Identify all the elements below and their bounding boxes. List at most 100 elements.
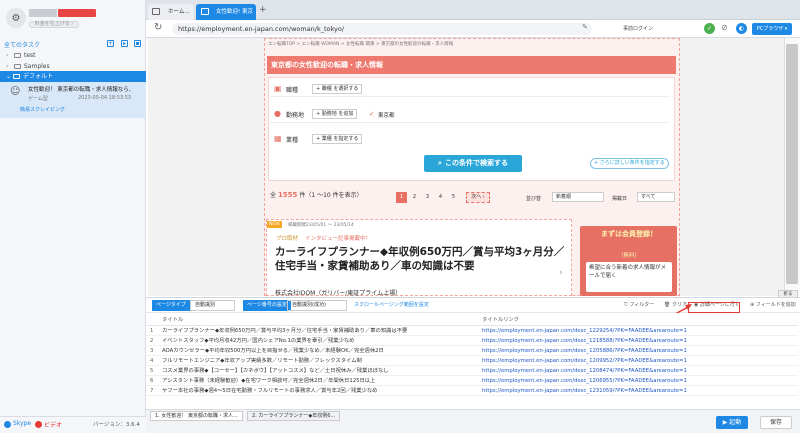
job-type-button[interactable]: + 職種 を選択する [312,84,363,94]
row-title[interactable]: アシスタント事務（未経験歓迎）◆在宅ワーク相談可／完全週休2日／年間休日125日… [162,377,478,386]
row-number: 7 [150,388,154,394]
ad-body: 希望に合う新着の求人情報がメールで届く [586,262,672,292]
company-name: 株式会社IDOM（ガリバー/東証プライム上場） [275,290,402,297]
page-2[interactable]: 2 [409,192,420,203]
page-icon [201,8,209,15]
row-number: 4 [150,358,154,364]
row-link[interactable]: https://employment.en-japan.com/desc_120… [482,367,794,376]
row-link[interactable]: https://employment.en-japan.com/desc_120… [482,377,794,386]
add-field-label: フィールドを追加 [755,302,796,308]
industry-button[interactable]: + 業種 を指定する [312,134,363,144]
start-label: 起動 [729,419,742,426]
page-3[interactable]: 3 [422,192,433,203]
upgrade-button[interactable]: 料金を引上げる › [29,21,79,28]
robot-icon: ☺ [10,86,21,97]
new-tab-icon[interactable]: + [259,5,267,15]
step-tab-2[interactable]: 2. カーライフプランナー◆年収例6... [247,411,341,421]
play-icon: ▶ [722,419,728,426]
date-label: 掲載日 [612,196,628,202]
prelogin-button[interactable]: 事前ログイン [623,25,653,32]
table-row[interactable]: 1 カーライフプランナー◆年収例650万円／賞与平均3ヶ月分／住宅手当・家賃補助あ… [146,327,798,336]
add-field-button[interactable]: ⊕ フィールドを追加 [746,300,800,311]
search-button[interactable]: ⌕ この条件で検索する [424,155,522,172]
all-tasks-label[interactable]: 全てのタスク [4,40,40,49]
pager-label: ページ番号の設定 [243,300,291,311]
sort-select[interactable]: 新着順 [552,192,604,202]
scroll-thumb[interactable] [786,44,798,284]
table-row[interactable]: 7 ヤフー本社の事務◆週4～5日在宅勤務・フルリモートの事務求人／賞与年2回／残業… [146,387,798,396]
row-link[interactable]: https://employment.en-japan.com/desc_120… [482,347,794,356]
pc-browser-dropdown[interactable]: PCブラウザ ▾ [752,23,792,35]
grid-header: タイトル タイトルリンク [146,315,798,326]
bottom-bar [146,409,800,433]
row-title[interactable]: ヤフー本社の事務◆週4～5日在宅勤務・フルリモートの事務求人／賞与年2回／残業少… [162,387,478,396]
version-label: バージョン：3.6.4 [93,422,140,428]
table-row[interactable]: 2 イベントスタッフ◆平均月収42万円／国内シェアNo.1の業界を牽引／残業少なめ… [146,337,798,346]
reload-icon[interactable]: ↻ [154,22,162,33]
pin-icon: ● [274,109,281,118]
row-link[interactable]: https://employment.en-japan.com/desc_123… [482,387,794,396]
row-link[interactable]: https://employment.en-japan.com/desc_120… [482,357,794,366]
save-button[interactable]: 保存 [760,416,792,429]
sort-label: 並び替 [526,196,542,202]
video-link[interactable]: ビデオ [44,420,62,429]
row-title[interactable]: カーライフプランナー◆年収例650万円／賞与平均3ヶ月分／住宅手当・家賃補助あり… [162,327,478,336]
column-header[interactable]: タイトルリンク [482,315,519,326]
tab-label: ホーム... [168,9,190,15]
page-4[interactable]: 4 [435,192,446,203]
task-title: 女性歓迎！ 東京都の転職・求人情報なら、 [28,87,135,93]
edit-url-icon[interactable]: ✎ [582,23,588,31]
row-title[interactable]: コスメ業界の事務◆【コーセー】【カネボウ】【アットコスメ】など／土日祝休み／残業… [162,367,478,376]
chevron-right-icon[interactable]: › [559,268,563,278]
step-tab-1[interactable]: 1. 女性歓迎！ 東京都の転職・求人... [150,411,243,421]
search-icon: ⌕ [438,159,442,167]
skype-icon[interactable] [4,421,11,428]
page-5[interactable]: 5 [448,192,459,203]
start-button[interactable]: ▶ 起動 [716,416,748,429]
row-title[interactable]: イベントスタッフ◆平均月収42万円／国内シェアNo.1の業界を牽引／残業少なめ [162,337,478,346]
folder-label: test [24,52,36,59]
breadcrumb[interactable]: エン転職TOP > エン転職 WOMAN > 女性転職 関東 > 東京都の女性歓… [268,41,453,47]
folder-test[interactable]: › test [0,50,146,61]
row-link[interactable]: https://employment.en-japan.com/desc_121… [482,337,794,346]
table-row[interactable]: 6 アシスタント事務（未経験歓迎）◆在宅ワーク相談可／完全週休2日／年間休日125… [146,377,798,386]
column-header[interactable]: タイトル [162,315,183,326]
date-select[interactable]: すべて [637,192,675,202]
import-icon[interactable]: ▪ [134,40,141,47]
folder-default[interactable]: ⌄ デフォルト [0,71,146,82]
result-count: 全 1555 件（1 ～10 件を表示） [270,190,363,199]
video-icon[interactable] [35,421,42,428]
industry-label: 業種 [286,137,299,144]
add-task-icon[interactable]: + [107,40,114,47]
divider [270,96,670,97]
scroll-paging-link[interactable]: スクロールページング範囲を設定 [350,300,433,311]
url-input[interactable]: https://employment.en-japan.com/woman/k_… [172,23,592,35]
task-date: 2023-05-04 18:53:53 [78,95,132,101]
filter-icon: ⛉ [624,302,628,308]
page-type-select[interactable]: 自動識別 [190,300,235,311]
page-1[interactable]: 1 [396,192,407,203]
detail-search-button[interactable]: + さらに詳しい条件を指定する [590,158,669,169]
avatar[interactable]: ⚙ [6,8,26,28]
row-link[interactable]: https://employment.en-japan.com/desc_122… [482,327,794,336]
block-icon[interactable]: ⊘ [721,23,728,32]
user-agent-icon[interactable]: ◐ [736,23,747,34]
folder-label: デフォルト [23,73,54,80]
task-group: ゲーム型 [28,96,48,102]
next-page-button[interactable]: 次へ › [466,192,490,203]
row-title[interactable]: フルリモートエンジニア◆年収アップ実績多数／リモート勤務／フレックスタイム制 [162,357,478,366]
table-row[interactable]: 5 コスメ業界の事務◆【コーセー】【カネボウ】【アットコスメ】など／土日祝休み／残… [146,367,798,376]
count-number: 1555 [277,191,298,199]
page-type-label: ページタイプ [152,300,190,311]
location-button[interactable]: + 勤務地 を追加 [312,109,358,119]
check-icon[interactable]: ✓ [704,23,715,34]
skype-link[interactable]: Skype [13,420,31,427]
pager-select[interactable]: 自動識別(成功) [287,300,347,311]
table-row[interactable]: 3 AOAカウンセラー◆平均年収500万円以上を目指せる／残業少なめ／未経験OK／… [146,347,798,356]
table-row[interactable]: 4 フルリモートエンジニア◆年収アップ実績多数／リモート勤務／フレックスタイム制 h… [146,357,798,366]
add-folder-icon[interactable]: ▸ [121,40,128,47]
job-headline[interactable]: カーライフプランナー◆年収例650万円／賞与平均3ヶ月分／住宅手当・家賃補助あり… [275,245,565,273]
row-title[interactable]: AOAカウンセラー◆平均年収500万円以上を目指せる／残業少なめ／未経験OK／完… [162,347,478,356]
page-icon [152,8,160,15]
checkbox-icon[interactable]: ✓ [369,110,375,118]
